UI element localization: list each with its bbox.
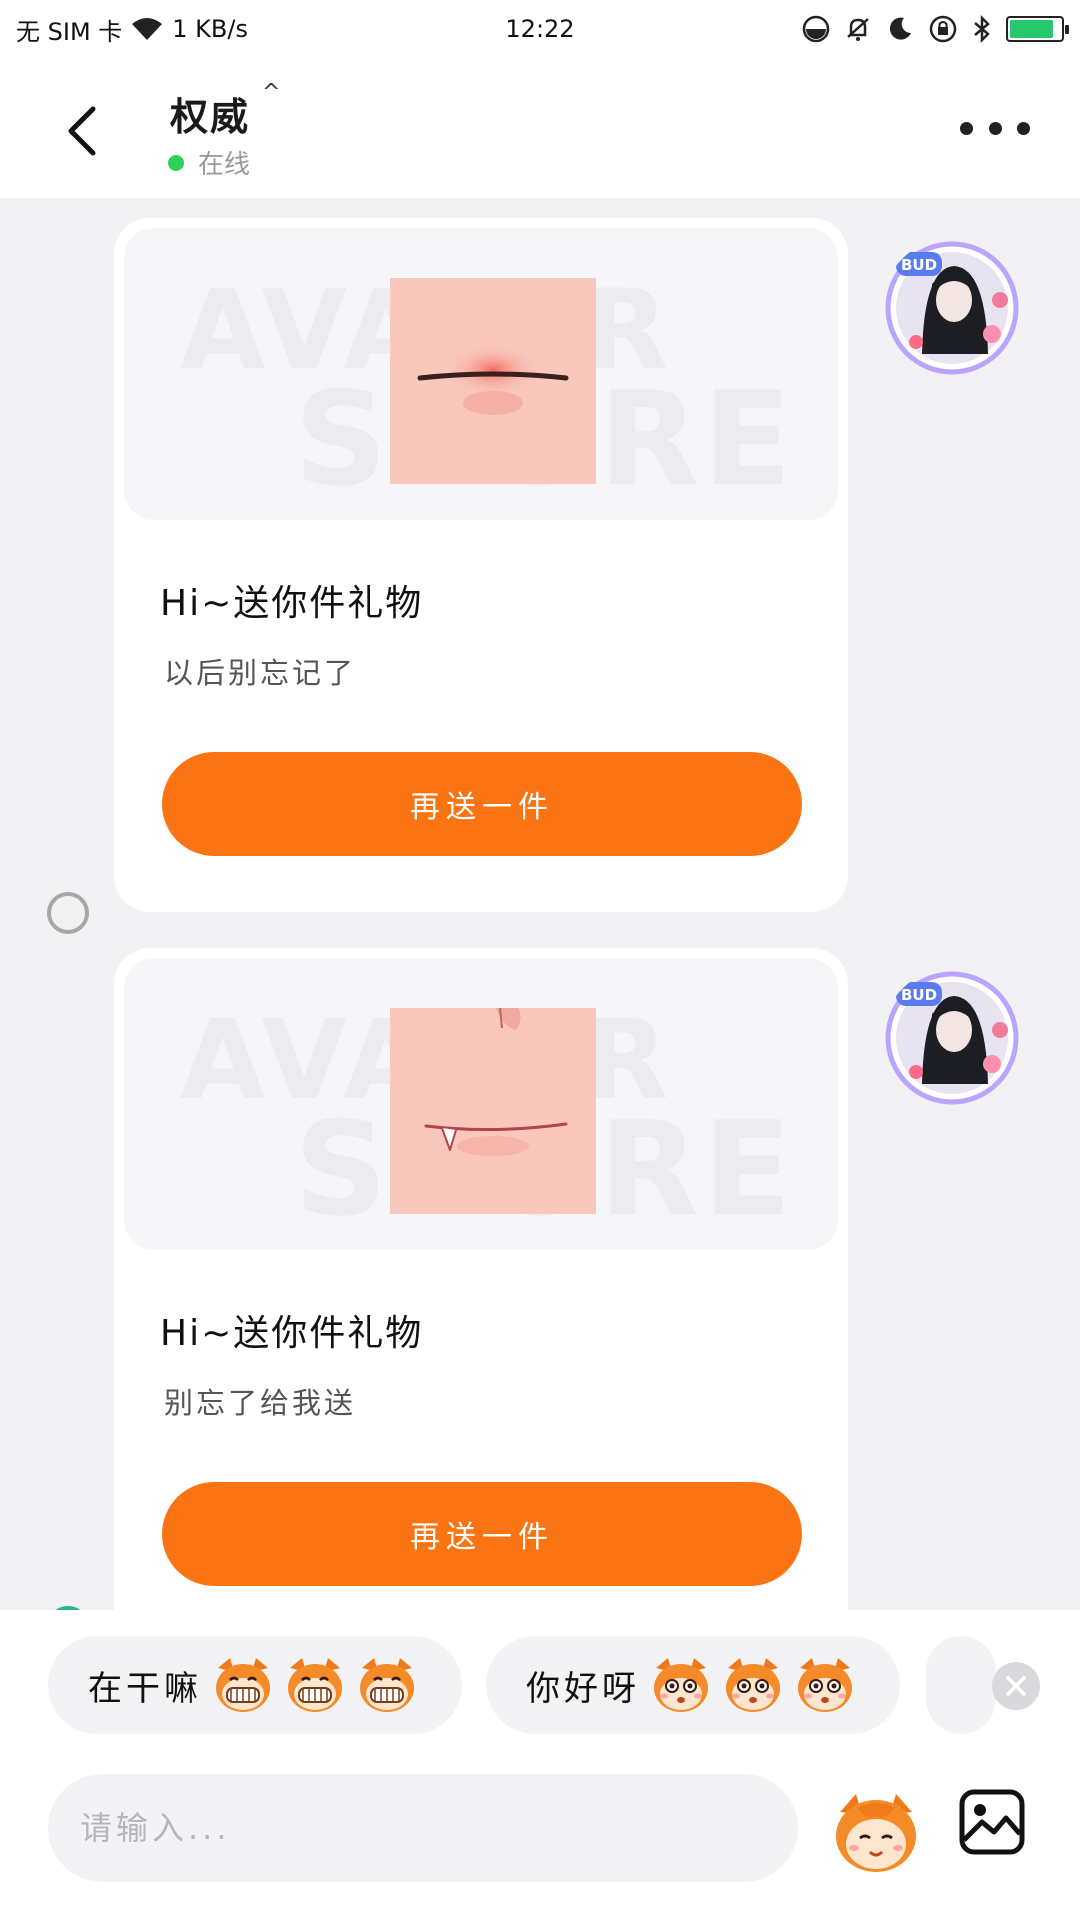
quick-reply-chip[interactable] — [926, 1636, 996, 1734]
sticker-button[interactable] — [830, 1786, 922, 1878]
mute-bell-icon — [844, 15, 872, 43]
avatar-badge: BUD — [901, 986, 937, 1004]
surprised-mascot-emoji — [654, 1658, 708, 1712]
more-dot-icon — [1017, 121, 1030, 135]
close-icon — [1006, 1676, 1026, 1696]
message-status-indicator — [47, 892, 89, 934]
rotation-lock-icon — [928, 14, 958, 44]
send-again-button[interactable]: 再送一件 — [162, 1482, 802, 1586]
avatar-badge: BUD — [901, 256, 937, 274]
back-button[interactable] — [52, 96, 112, 166]
gift-image — [390, 278, 596, 484]
status-bar: 无 SIM 卡 1 KB/s 12:22 — [0, 0, 1080, 58]
message-input[interactable] — [48, 1774, 798, 1882]
message-item: AVATAR STORE Hi~送你件礼物 别忘了给我送 再送一件 — [0, 948, 1080, 1610]
carrier-text: 无 SIM 卡 — [16, 17, 123, 46]
online-status-text: 在线 — [198, 150, 251, 180]
grinning-mascot-emoji — [216, 1658, 270, 1712]
expand-caret-icon[interactable]: ^ — [262, 80, 280, 105]
gift-card-subtitle: 别忘了给我送 — [164, 1386, 357, 1420]
chevron-left-icon — [68, 106, 96, 156]
input-panel: 在干嘛 你好呀 请输入... — [0, 1610, 1080, 1920]
message-list[interactable]: AVATAR STORE — [0, 198, 1080, 1610]
chat-screen: 无 SIM 卡 1 KB/s 12:22 权威 ^ 在线 Hi~送你件礼物 以后… — [0, 0, 1080, 1920]
gift-image — [390, 1007, 596, 1214]
bluetooth-icon — [972, 15, 992, 43]
grinning-mascot-emoji — [288, 1658, 342, 1712]
image-picker-button[interactable] — [958, 1788, 1026, 1856]
more-options-button[interactable] — [960, 108, 1030, 148]
avatar[interactable]: BUD — [882, 238, 1022, 378]
surprised-mascot-emoji — [798, 1658, 852, 1712]
online-dot-icon — [168, 154, 184, 171]
gift-image-box: AVATAR STORE — [124, 228, 838, 520]
dnd-icon — [802, 15, 830, 43]
online-status: 在线 — [168, 144, 250, 181]
status-left: 无 SIM 卡 1 KB/s — [16, 12, 802, 47]
mascot-sticker-icon — [836, 1794, 916, 1872]
battery-level-fill — [1010, 20, 1053, 38]
moon-icon — [886, 15, 914, 43]
gift-card[interactable]: AVATAR STORE — [114, 218, 848, 912]
close-quick-replies-button[interactable] — [992, 1662, 1040, 1710]
message-item: AVATAR STORE — [0, 218, 1080, 938]
quick-reply-chip[interactable]: 你好呀 — [486, 1636, 900, 1734]
surprised-mascot-emoji — [726, 1658, 780, 1712]
gift-card-subtitle: 以后别忘记了 — [164, 656, 357, 690]
gift-card-title: Hi~送你件礼物 — [160, 1313, 424, 1354]
avatar[interactable]: BUD — [882, 968, 1022, 1108]
more-dot-icon — [988, 121, 1002, 135]
quick-reply-text: 在干嘛 — [88, 1668, 202, 1709]
chat-header: 权威 ^ 在线 — [0, 58, 1080, 198]
contact-name[interactable]: 权威 — [170, 86, 250, 141]
quick-reply-chip[interactable]: 在干嘛 — [48, 1636, 462, 1734]
grinning-mascot-emoji — [360, 1658, 414, 1712]
network-speed: 1 KB/s — [172, 15, 248, 43]
battery-charging-icon — [1006, 16, 1069, 42]
more-dot-icon — [960, 121, 973, 135]
status-right — [802, 14, 1069, 44]
quick-reply-text: 你好呀 — [526, 1668, 640, 1709]
gift-card-title: Hi~送你件礼物 — [160, 583, 424, 624]
send-again-button[interactable]: 再送一件 — [162, 752, 802, 856]
wifi-icon — [130, 16, 164, 42]
gift-card[interactable]: AVATAR STORE Hi~送你件礼物 别忘了给我送 再送一件 — [114, 948, 848, 1610]
gift-image-box: AVATAR STORE — [124, 958, 838, 1250]
image-icon — [959, 1789, 1025, 1855]
